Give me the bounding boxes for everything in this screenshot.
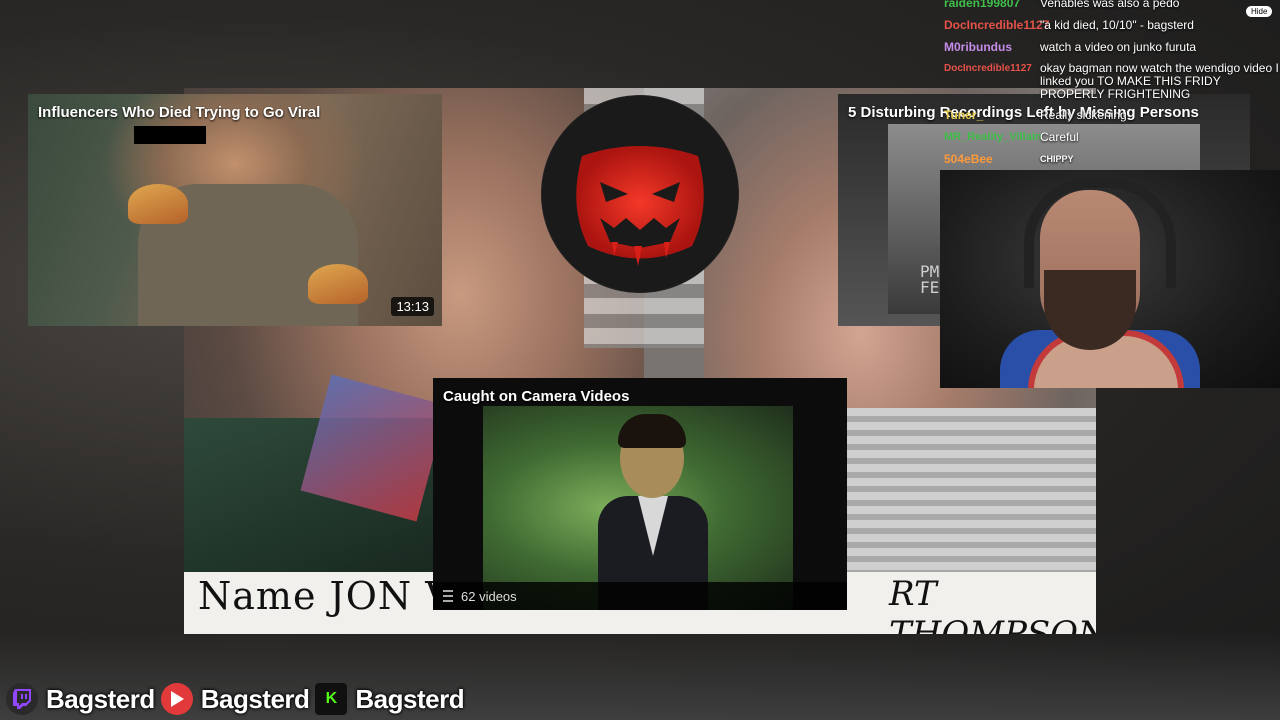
- chat-text: watch a video on junko furuta: [1040, 40, 1197, 54]
- chat-message: raiden199807 Venables was also a pedo: [940, 0, 1280, 14]
- chat-overlay: raiden199807 Venables was also a pedo Do…: [940, 0, 1280, 170]
- chat-message: DocIncredible1127 okay bagman now watch …: [940, 58, 1280, 104]
- chat-text: Careful: [1040, 130, 1079, 144]
- headset: [1024, 178, 1176, 288]
- censor-bar: [134, 126, 206, 144]
- social-handle: Bagsterd: [46, 683, 155, 714]
- chat-text: "a kid died, 10/10" - bagsterd: [1040, 18, 1194, 32]
- youtube-icon: [160, 683, 193, 715]
- video-duration: 13:13: [391, 297, 434, 316]
- chat-message: 504eBee CHIPPY: [940, 148, 1280, 170]
- playlist-count: 62 videos: [461, 588, 517, 604]
- chat-hide-button[interactable]: Hide: [1246, 6, 1273, 17]
- chat-username: 504eBee: [944, 152, 993, 166]
- chat-username: MR_Reality_Villain: [944, 131, 1042, 143]
- twitch-icon: [6, 683, 38, 715]
- endscreen-playlist-card[interactable]: Caught on Camera Videos 62 videos: [433, 378, 847, 610]
- chat-message: Tuner_ Really sickening: [940, 104, 1280, 126]
- social-kick: K Bagsterd: [315, 683, 465, 715]
- chat-message: DocIncredible1127 "a kid died, 10/10" - …: [940, 14, 1280, 36]
- pizza-slice-right: [308, 264, 368, 304]
- kick-icon: K: [315, 683, 348, 715]
- social-handles-bar: Bagsterd Bagsterd K Bagsterd: [6, 683, 470, 715]
- pizza-slice-left: [128, 184, 188, 224]
- chat-message: M0ribundus watch a video on junko furuta: [940, 36, 1280, 58]
- figure-hair: [618, 414, 686, 448]
- chat-text: CHIPPY: [1040, 154, 1074, 164]
- playlist-title: Caught on Camera Videos: [443, 388, 630, 405]
- chat-text: okay bagman now watch the wendigo video …: [1040, 61, 1279, 101]
- chat-username: M0ribundus: [944, 40, 1012, 54]
- right-sweater: [824, 408, 1096, 598]
- social-handle: Bagsterd: [355, 683, 465, 714]
- chat-username: DocIncredible1127: [944, 63, 1032, 74]
- social-twitch: Bagsterd: [6, 683, 155, 715]
- social-youtube: Bagsterd: [160, 683, 310, 715]
- chat-message: MR_Reality_Villain Careful: [940, 126, 1280, 148]
- jack-o-lantern-icon: [576, 146, 704, 266]
- chat-username: Tuner_: [944, 108, 984, 122]
- video-title: Influencers Who Died Trying to Go Viral: [38, 104, 321, 121]
- thumbnail-text: PM FE: [920, 262, 940, 297]
- channel-subscribe-logo[interactable]: [542, 96, 738, 292]
- playlist-icon: [443, 590, 453, 602]
- chat-username: raiden199807: [944, 0, 1021, 10]
- chat-text: Really sickening: [1040, 108, 1127, 122]
- chat-username: DocIncredible1127: [944, 18, 1050, 32]
- playlist-bar: 62 videos: [433, 582, 847, 610]
- chat-text: Venables was also a pedo: [1040, 0, 1180, 10]
- name-label-right: RT THOMPSON: [889, 574, 1096, 634]
- webcam-overlay: [940, 170, 1280, 388]
- social-handle: Bagsterd: [200, 683, 310, 714]
- endscreen-video-card[interactable]: Influencers Who Died Trying to Go Viral …: [28, 94, 442, 326]
